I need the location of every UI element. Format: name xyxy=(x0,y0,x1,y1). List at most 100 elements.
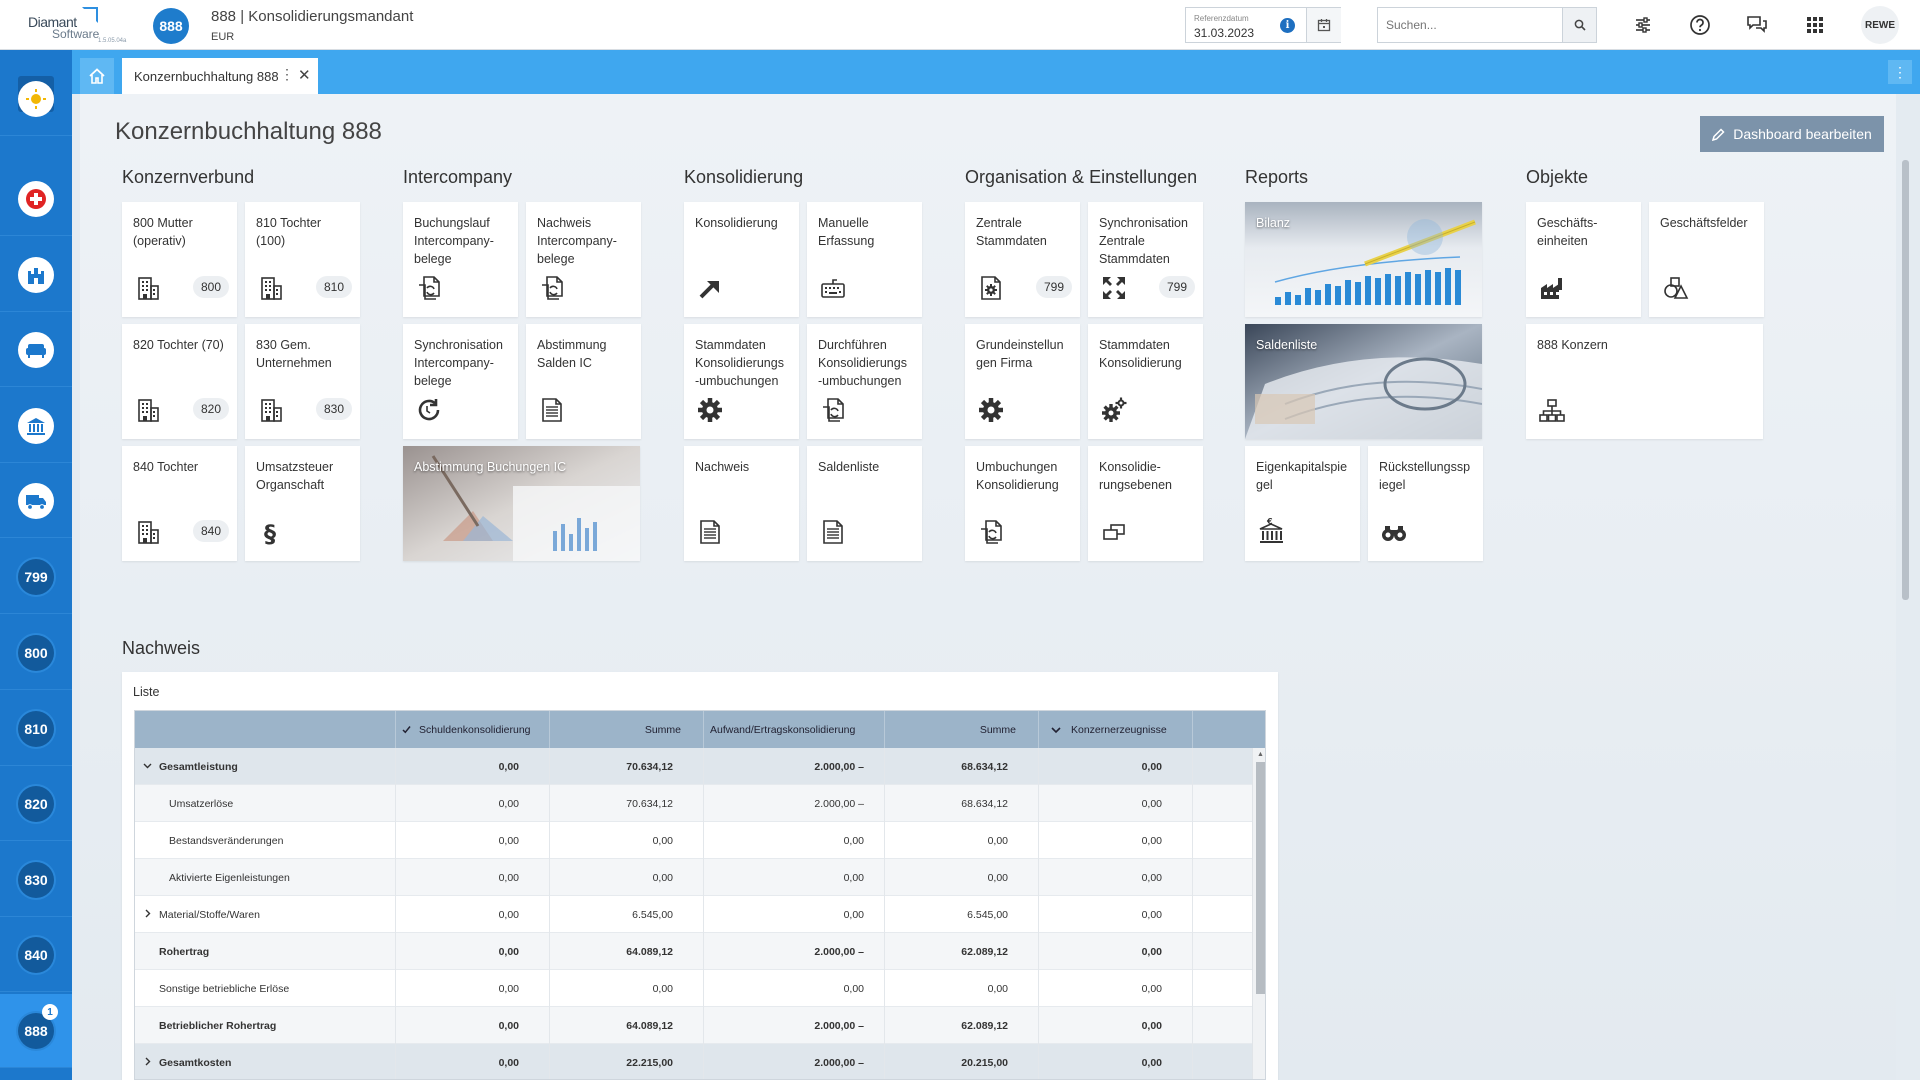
value-cell: 0,00 xyxy=(395,859,549,896)
sidebar-item-bank[interactable] xyxy=(0,389,72,463)
grid-scrollbar[interactable]: ▲ xyxy=(1252,748,1265,1079)
grid-header-cell[interactable]: Summe xyxy=(884,711,1038,748)
dashboard-tile[interactable]: Konsolidierung xyxy=(684,202,799,317)
table-row[interactable]: Gesamtkosten 0,00 22.215,00 2.000,00 –20.21… xyxy=(135,1044,1252,1079)
sidebar-item-sun[interactable] xyxy=(0,62,72,136)
table-row[interactable]: Bestandsveränderungen 0,00 0,00 0,00 0,00 0,0… xyxy=(135,822,1252,859)
dashboard-tile[interactable]: Geschäfts-einheiten xyxy=(1526,202,1641,317)
dashboard-tile[interactable]: 800 Mutter (operativ) 800 xyxy=(122,202,237,317)
tile-label: Umsatzsteuer Organschaft xyxy=(256,460,334,492)
dashboard-tile[interactable]: Durchführen Konsolidierungs -umbuchungen xyxy=(807,324,922,439)
grid-header-cell[interactable]: Summe xyxy=(549,711,703,748)
value-cell: 6.545,00 xyxy=(884,896,1038,933)
table-row[interactable]: Gesamtleistung 0,00 70.634,12 2.000,00 –68.… xyxy=(135,748,1252,785)
dashboard-tile[interactable]: Saldenliste xyxy=(1245,324,1482,439)
calendar-icon[interactable] xyxy=(1306,8,1341,42)
empty-cell xyxy=(1192,859,1252,896)
tile-label: Abstimmung Buchungen IC xyxy=(414,460,567,474)
dashboard-tile[interactable]: 840 Tochter 840 xyxy=(122,446,237,561)
sidebar-item-mandant[interactable]: 888 1 xyxy=(0,994,72,1068)
grid-header-cell[interactable]: Konzernerzeugnisse xyxy=(1038,711,1192,748)
table-row[interactable]: Rohertrag 0,00 64.089,12 2.000,00 –62.089,1… xyxy=(135,933,1252,970)
sidebar-item-castle[interactable] xyxy=(0,238,72,312)
grid-header-cell[interactable]: Schuldenkonsolidierung xyxy=(395,711,549,748)
table-row[interactable]: Aktivierte Eigenleistungen 0,00 0,00 0,00 0,… xyxy=(135,859,1252,896)
document-list-icon xyxy=(696,518,724,546)
sidebar-item-mandant[interactable]: 800 xyxy=(0,616,72,690)
search-icon[interactable] xyxy=(1562,8,1596,42)
sidebar-item-sofa[interactable] xyxy=(0,313,72,387)
user-avatar[interactable]: REWE xyxy=(1861,6,1899,44)
dashboard-tile[interactable]: Stammdaten Konsolidierungs -umbuchungen xyxy=(684,324,799,439)
dashboard-tile[interactable]: Nachweis xyxy=(684,446,799,561)
sidebar-item-truck[interactable] xyxy=(0,464,72,538)
apps-grid-icon[interactable] xyxy=(1802,12,1828,38)
dashboard-tile[interactable]: Synchronisation Intercompany-belege xyxy=(403,324,518,439)
sidebar-item-mandant[interactable]: 840 xyxy=(0,918,72,992)
sidebar-item-mandant[interactable]: 820 xyxy=(0,767,72,841)
page-scrollbar[interactable] xyxy=(1902,160,1909,600)
help-icon[interactable] xyxy=(1687,12,1713,38)
sidebar-mandant-badge: 830 xyxy=(18,861,54,898)
dashboard-tile[interactable]: 830 Gem. Unternehmen 830 xyxy=(245,324,360,439)
pencil-icon xyxy=(1712,127,1725,141)
chevron-down-icon[interactable] xyxy=(1051,725,1061,735)
chevron-right-icon[interactable] xyxy=(143,909,152,918)
tabbar-menu-icon[interactable]: ⋮ xyxy=(1888,60,1912,84)
dashboard-tile[interactable]: Saldenliste xyxy=(807,446,922,561)
table-row[interactable]: Sonstige betriebliche Erlöse 0,00 0,00 0,00… xyxy=(135,970,1252,1007)
grid-header-cell[interactable] xyxy=(135,711,395,748)
sidebar-item-mandant[interactable]: 810 xyxy=(0,692,72,766)
dashboard-tile[interactable]: Zentrale Stammdaten 799 xyxy=(965,202,1080,317)
close-icon[interactable]: ✕ xyxy=(298,66,311,84)
chevron-right-icon[interactable] xyxy=(143,1057,152,1066)
reference-date-value[interactable]: 31.03.2023 xyxy=(1194,26,1254,40)
reference-date-field[interactable]: Referenzdatum 31.03.2023 i xyxy=(1185,7,1341,43)
search-input[interactable] xyxy=(1378,8,1562,42)
table-row[interactable]: Umsatzerlöse 0,00 70.634,12 2.000,00 –68.63… xyxy=(135,785,1252,822)
dashboard-tile[interactable]: Geschäftsfelder xyxy=(1649,202,1764,317)
scroll-up-icon[interactable]: ▲ xyxy=(1257,751,1264,758)
sidebar-item-mandant[interactable]: 799 xyxy=(0,540,72,614)
value-cell: 0,00 xyxy=(1038,822,1192,859)
dashboard-tile[interactable]: Eigenkapitalspie gel € xyxy=(1245,446,1360,561)
chat-icon[interactable] xyxy=(1744,12,1770,38)
value-cell: 0,00 xyxy=(395,970,549,1007)
app-logo[interactable]: Diamant Software 1.5.05.04a xyxy=(26,5,126,47)
tile-badge: 820 xyxy=(192,398,229,420)
mandant-badge[interactable]: 888 xyxy=(153,8,189,44)
dashboard-tile[interactable]: Stammdaten Konsolidierung xyxy=(1088,324,1203,439)
check-icon xyxy=(402,726,411,734)
grid-header-cell[interactable]: Aufwand/Ertragskonsolidierung xyxy=(703,711,884,748)
tile-label: Zentrale Stammdaten xyxy=(976,216,1047,248)
sidebar-item-medical-cross[interactable] xyxy=(0,162,72,236)
dashboard-tile[interactable]: Konsolidie-rungsebenen xyxy=(1088,446,1203,561)
dashboard-tile[interactable]: Abstimmung Buchungen IC xyxy=(403,446,640,561)
filter-settings-icon[interactable] xyxy=(1630,12,1656,38)
tab-menu-icon[interactable]: ⋮ xyxy=(280,66,294,83)
edit-dashboard-button[interactable]: Dashboard bearbeiten xyxy=(1700,116,1884,152)
dashboard-tile[interactable]: Manuelle Erfassung xyxy=(807,202,922,317)
dashboard-tile[interactable]: Abstimmung Salden IC xyxy=(526,324,641,439)
grid-scrollbar-thumb[interactable] xyxy=(1256,762,1265,994)
home-icon[interactable] xyxy=(80,58,114,94)
sidebar-item-mandant[interactable]: 830 xyxy=(0,843,72,917)
dashboard-tile[interactable]: 820 Tochter (70) 820 xyxy=(122,324,237,439)
dashboard-tile[interactable]: Umsatzsteuer Organschaft § xyxy=(245,446,360,561)
info-icon[interactable]: i xyxy=(1280,18,1295,33)
tab-konzernbuchhaltung[interactable]: Konzernbuchhaltung 888 ⋮ ✕ xyxy=(122,58,318,94)
tile-badge: 799 xyxy=(1158,276,1195,298)
chevron-down-icon[interactable] xyxy=(143,761,152,770)
table-row[interactable]: Material/Stoffe/Waren 0,00 6.545,00 0,00 6.5… xyxy=(135,896,1252,933)
dashboard-tile[interactable]: 810 Tochter (100) 810 xyxy=(245,202,360,317)
dashboard-tile[interactable]: Umbuchungen Konsolidierung xyxy=(965,446,1080,561)
tile-label: Buchungslauf Intercompany-belege xyxy=(414,216,494,266)
dashboard-tile[interactable]: Rückstellungssp iegel xyxy=(1368,446,1483,561)
dashboard-tile[interactable]: Grundeinstellun gen Firma xyxy=(965,324,1080,439)
dashboard-tile[interactable]: Buchungslauf Intercompany-belege xyxy=(403,202,518,317)
dashboard-tile[interactable]: Bilanz xyxy=(1245,202,1482,317)
dashboard-tile[interactable]: 888 Konzern xyxy=(1526,324,1763,439)
table-row[interactable]: Betrieblicher Rohertrag 0,00 64.089,12 2.00… xyxy=(135,1007,1252,1044)
dashboard-tile[interactable]: Synchronisation Zentrale Stammdaten 799 xyxy=(1088,202,1203,317)
dashboard-tile[interactable]: Nachweis Intercompany-belege xyxy=(526,202,641,317)
